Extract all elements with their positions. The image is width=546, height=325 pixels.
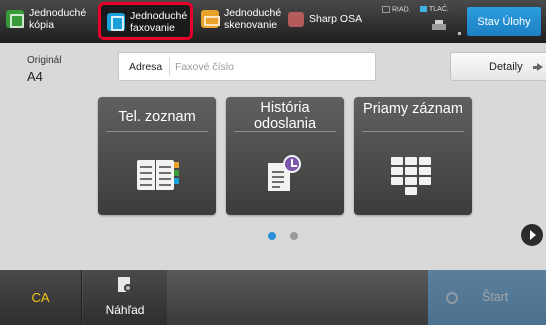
keypad-icon xyxy=(391,157,435,195)
tab-easy-copy-label-2: kópia xyxy=(29,19,55,31)
tab-easy-fax[interactable]: Jednoduché faxovanie xyxy=(107,6,190,42)
direct-entry-title: Priamy záznam xyxy=(363,101,463,117)
fax-icon xyxy=(107,13,125,31)
sending-history-title-1: História xyxy=(260,100,310,116)
tab-easy-fax-selected-outline: Jednoduché faxovanie xyxy=(98,2,193,40)
clock-icon xyxy=(283,155,301,173)
address-field[interactable]: Adresa xyxy=(118,52,376,81)
tile-divider xyxy=(106,131,208,132)
mode-bar: Jednoduché kópia Jednoduché faxovanie Je… xyxy=(0,0,546,43)
sending-history-title-2: odoslania xyxy=(253,116,317,132)
tab-easy-scan-label-2: skenovanie xyxy=(224,19,278,31)
start-icon xyxy=(446,292,458,304)
tab-sharp-osa-label: Sharp OSA xyxy=(309,13,363,25)
tab-easy-fax-label-2: faxovanie xyxy=(130,22,175,34)
original-size-value[interactable]: A4 xyxy=(27,69,43,84)
copy-icon xyxy=(6,10,24,28)
start-label: Štart xyxy=(482,290,509,304)
fax-number-input[interactable] xyxy=(175,53,373,80)
page-indicator-1[interactable] xyxy=(268,232,276,240)
clear-all-button[interactable]: CA xyxy=(0,270,82,325)
history-icon xyxy=(268,155,308,195)
tab-easy-copy-label-1: Jednoduché xyxy=(29,7,87,19)
tile-divider xyxy=(362,131,464,132)
details-label: Detaily xyxy=(489,61,523,73)
details-button[interactable]: Detaily xyxy=(450,52,546,81)
page-indicator-2[interactable] xyxy=(290,232,298,240)
start-button[interactable]: Štart xyxy=(428,270,546,325)
preview-button[interactable]: Náhľad xyxy=(83,270,167,325)
osa-icon xyxy=(288,12,304,27)
next-page-icon[interactable] xyxy=(521,224,543,246)
sending-history-tile[interactable]: História odoslania xyxy=(226,97,344,215)
preview-icon xyxy=(118,277,134,295)
status-tlac-indicator: TLAČ. xyxy=(420,6,449,13)
tab-easy-scan[interactable]: Jednoduché skenovanie xyxy=(201,3,283,39)
direct-entry-tile[interactable]: Priamy záznam xyxy=(354,97,472,215)
address-label: Adresa xyxy=(129,61,163,73)
original-label: Originál xyxy=(27,55,62,66)
preview-label: Náhľad xyxy=(105,303,145,317)
job-status-button[interactable]: Stav Úlohy xyxy=(467,7,541,36)
address-divider xyxy=(169,57,170,76)
scan-icon xyxy=(201,10,220,28)
address-book-tile[interactable]: Tel. zoznam xyxy=(98,97,216,215)
tab-easy-fax-label-1: Jednoduché xyxy=(130,10,188,22)
status-dot-icon xyxy=(458,32,461,35)
tab-easy-copy[interactable]: Jednoduché kópia xyxy=(6,3,96,39)
tile-divider xyxy=(234,131,336,132)
address-book-title: Tel. zoznam xyxy=(118,109,196,125)
tab-easy-scan-label-1: Jednoduché xyxy=(224,7,282,19)
address-book-icon xyxy=(137,160,179,192)
arrow-right-icon xyxy=(533,62,543,72)
printer-icon xyxy=(432,20,446,32)
tab-sharp-osa[interactable]: Sharp OSA xyxy=(288,3,368,39)
status-riad-indicator: RIAD. xyxy=(382,6,411,13)
